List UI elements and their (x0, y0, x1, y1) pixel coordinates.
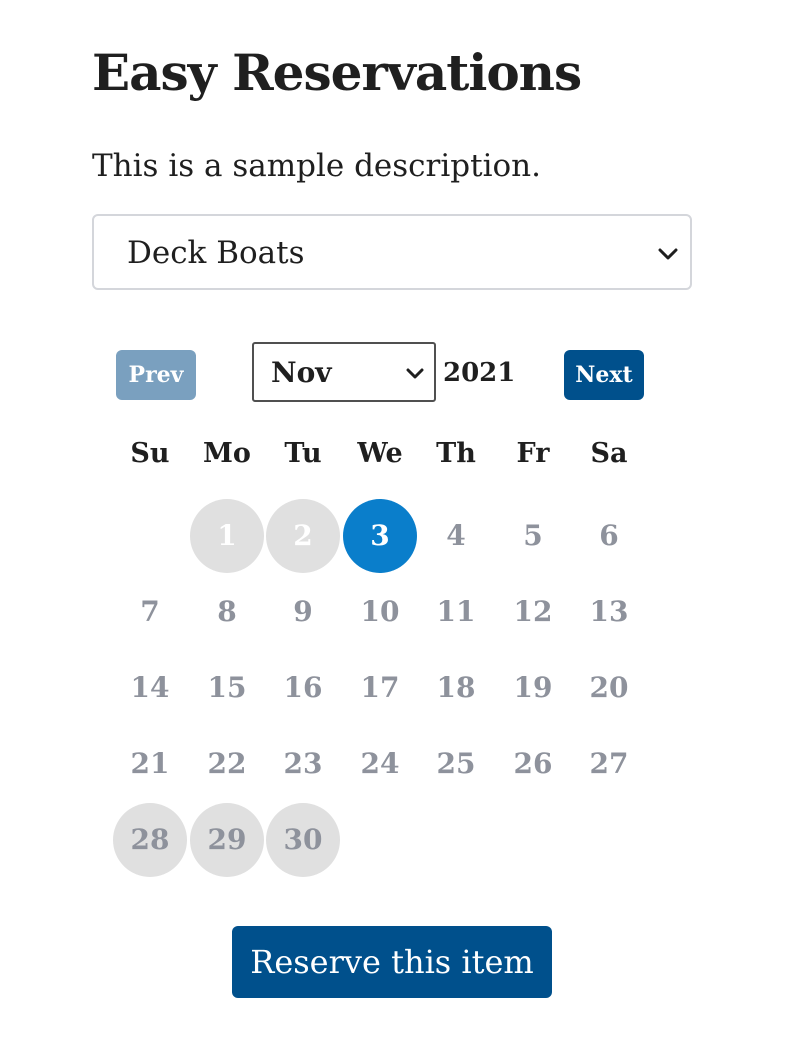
calendar-day[interactable]: 11 (419, 575, 493, 649)
calendar-day-unavailable: 28 (113, 803, 187, 877)
calendar-day[interactable]: 5 (496, 499, 570, 573)
calendar-day[interactable]: 4 (419, 499, 493, 573)
calendar-day[interactable]: 14 (113, 651, 187, 725)
calendar-day[interactable]: 19 (496, 651, 570, 725)
chevron-down-icon (658, 248, 678, 260)
item-select-value: Deck Boats (127, 235, 305, 271)
calendar-day[interactable]: 21 (113, 727, 187, 801)
calendar-day[interactable]: 12 (496, 575, 570, 649)
calendar-day[interactable]: 24 (343, 727, 417, 801)
calendar-day[interactable]: 9 (266, 575, 340, 649)
page-description: This is a sample description. (92, 148, 541, 184)
calendar-day[interactable]: 15 (190, 651, 264, 725)
calendar-day[interactable]: 27 (572, 727, 646, 801)
weekday-header: Th (436, 438, 476, 469)
item-select[interactable]: Deck Boats (92, 214, 692, 290)
calendar-day[interactable]: 26 (496, 727, 570, 801)
weekday-header: Tu (284, 438, 322, 469)
calendar-day[interactable]: 22 (190, 727, 264, 801)
calendar-day-unavailable: 30 (266, 803, 340, 877)
calendar-day[interactable]: 7 (113, 575, 187, 649)
calendar-day-past: 1 (190, 499, 264, 573)
calendar-day[interactable]: 10 (343, 575, 417, 649)
month-select[interactable]: Nov (252, 342, 436, 402)
calendar-day-past: 2 (266, 499, 340, 573)
weekday-header: We (357, 438, 403, 469)
calendar-day[interactable]: 17 (343, 651, 417, 725)
calendar-day[interactable]: 23 (266, 727, 340, 801)
reserve-button[interactable]: Reserve this item (232, 926, 552, 998)
weekday-header: Sa (590, 438, 628, 469)
calendar-day-unavailable: 29 (190, 803, 264, 877)
calendar-day[interactable]: 25 (419, 727, 493, 801)
weekday-header: Mo (203, 438, 251, 469)
calendar-day[interactable]: 16 (266, 651, 340, 725)
weekday-header: Su (130, 438, 170, 469)
calendar-day[interactable]: 8 (190, 575, 264, 649)
calendar-day-selected[interactable]: 3 (343, 499, 417, 573)
calendar-day[interactable]: 13 (572, 575, 646, 649)
weekday-header: Fr (516, 438, 550, 469)
month-select-value: Nov (271, 356, 332, 389)
calendar-day[interactable]: 18 (419, 651, 493, 725)
calendar-day[interactable]: 6 (572, 499, 646, 573)
page-title: Easy Reservations (92, 43, 582, 102)
chevron-down-icon (406, 368, 424, 379)
prev-month-button[interactable]: Prev (116, 350, 196, 400)
calendar-year: 2021 (443, 358, 516, 388)
next-month-button[interactable]: Next (564, 350, 644, 400)
calendar-day[interactable]: 20 (572, 651, 646, 725)
